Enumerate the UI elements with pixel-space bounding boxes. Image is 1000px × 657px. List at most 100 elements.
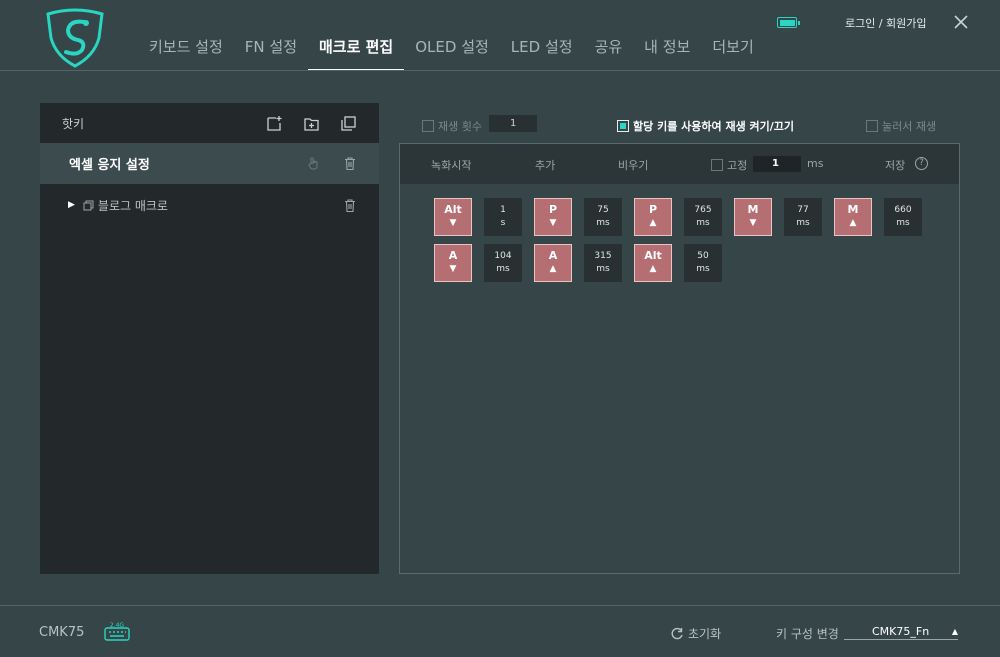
key-label: A [548,249,558,262]
macro-key-step[interactable]: Alt ▼ [434,198,472,236]
key-label: A [448,249,458,262]
delay-value: 765 [694,205,712,215]
repeat-count-input[interactable]: 1 [489,115,537,132]
repeat-option: 재생 횟수 1 [422,115,537,134]
macro-list-item-selected[interactable]: 엑셀 응지 설정 [40,143,379,184]
delay-unit: ms [796,218,810,228]
main-nav: 키보드 설정 FN 설정 매크로 편집 OLED 설정 LED 설정 공유 내 정보 더보기 [138,36,765,72]
folder-icon [83,200,94,210]
key-label: P [648,203,658,216]
macro-delay-step[interactable]: 77 ms [784,198,822,236]
hand-icon[interactable] [307,156,321,171]
header-divider [0,70,1000,71]
macro-delay-step[interactable]: 104 ms [484,244,522,282]
macro-key-step[interactable]: A ▼ [434,244,472,282]
hold-play-checkbox[interactable] [866,119,878,132]
delay-unit: ms [596,218,610,228]
macro-key-step[interactable]: P ▼ [534,198,572,236]
nav-tab-3[interactable]: OLED 설정 [404,36,500,71]
arrow-down-icon: ▼ [549,218,557,228]
macro-delay-step[interactable]: 1s [484,198,522,236]
nav-tab-1[interactable]: FN 설정 [234,36,308,71]
new-macro-icon[interactable] [266,115,283,132]
macro-delay-step[interactable]: 75 ms [584,198,622,236]
nav-tab-0[interactable]: 키보드 설정 [138,36,234,71]
delay-value: 77 [797,205,809,215]
profile-value: CMK75_Fn [872,625,930,638]
macro-key-step[interactable]: Alt ▲ [634,244,672,282]
nav-tab-5[interactable]: 공유 [584,36,634,71]
assign-key-label: 할당 키를 사용하여 재생 켜기/끄기 [633,119,795,133]
wireless-keyboard-icon: 2.4G [104,622,130,641]
profile-select[interactable]: CMK75_Fn ▲ [844,623,958,640]
close-icon[interactable] [952,13,970,31]
delete-icon[interactable] [343,156,357,171]
clear-button[interactable]: 비우기 [618,157,648,173]
add-button[interactable]: 추가 [535,157,555,173]
battery-icon [777,17,800,28]
nav-tab-7[interactable]: 더보기 [701,36,764,71]
record-button[interactable]: 녹화시작 [431,157,471,173]
macro-key-step[interactable]: P ▲ [634,198,672,236]
delay-unit: s [500,218,506,228]
arrow-up-icon: ▲ [849,218,857,228]
macro-key-step[interactable]: M ▼ [734,198,772,236]
macro-delay-step[interactable]: 315 ms [584,244,622,282]
refresh-icon [671,627,683,640]
brand-logo-icon [46,8,104,68]
login-link[interactable]: 로그인 / 회원가입 [845,15,927,31]
save-button[interactable]: 저장 [885,157,905,173]
copy-macro-icon[interactable] [340,115,357,132]
delay-unit: ms [896,218,910,228]
new-folder-icon[interactable] [303,115,320,132]
macro-key-step[interactable]: A ▲ [534,244,572,282]
hold-play-option: 눌러서 재생 [866,115,936,134]
arrow-down-icon: ▼ [449,218,457,228]
fixed-delay-input[interactable]: 1 [753,156,801,172]
delay-value: 104 [494,251,512,261]
folder-label: 블로그 매크로 [97,198,168,213]
macro-folder-item[interactable]: ▶ 블로그 매크로 [40,184,379,226]
fixed-delay-option: 고정 [711,157,747,173]
arrow-down-icon: ▼ [449,264,457,274]
key-label: Alt [444,203,462,216]
macro-delay-step[interactable]: 50 ms [684,244,722,282]
delay-unit: ms [696,264,710,274]
key-config-label: 키 구성 변경 [776,627,839,641]
delay-unit: ms [496,264,510,274]
help-icon[interactable]: ? [915,157,928,170]
key-label: Alt [644,249,662,262]
arrow-up-icon: ▲ [649,218,657,228]
reset-label: 초기화 [688,627,722,641]
fixed-delay-checkbox[interactable] [711,159,723,171]
delete-icon[interactable] [343,198,357,213]
arrow-up-icon: ▲ [549,264,557,274]
editor-toolbar: 녹화시작 추가 비우기 고정 1 ms 저장 ? [400,144,959,184]
nav-tab-4[interactable]: LED 설정 [500,36,584,71]
delay-value: 660 [894,205,912,215]
repeat-label: 재생 횟수 [438,119,482,133]
delay-unit: ms [696,218,710,228]
arrow-down-icon: ▼ [749,218,757,228]
macro-list-title: 핫키 [62,116,85,131]
caret-up-icon: ▲ [951,627,958,636]
assign-key-checkbox[interactable] [617,119,629,132]
macro-editor-panel: 녹화시작 추가 비우기 고정 1 ms 저장 ? Alt ▼ 1 s P ▼ 75 ms P ▲ 7… [399,143,960,574]
fixed-delay-unit: ms [807,157,824,170]
nav-tab-6[interactable]: 내 정보 [633,36,701,71]
delay-unit: ms [596,264,610,274]
macro-delay-step[interactable]: 765 ms [684,198,722,236]
wireless-badge: 2.4G [110,622,125,629]
reset-button[interactable]: 초기화 [671,625,721,642]
macro-item-label: 엑셀 응지 설정 [69,158,150,173]
assign-key-option: 할당 키를 사용하여 재생 켜기/끄기 [617,115,794,134]
nav-tab-2[interactable]: 매크로 편집 [308,36,405,71]
macro-delay-step[interactable]: 660 ms [884,198,922,236]
footer-divider [0,605,1000,606]
macro-key-step[interactable]: M ▲ [834,198,872,236]
expand-arrow-icon[interactable]: ▶ [68,200,75,210]
repeat-checkbox[interactable] [422,119,434,132]
delay-value: 315 [594,251,612,261]
delay-value: 1 [500,205,506,215]
delay-value: 50 [697,251,709,261]
